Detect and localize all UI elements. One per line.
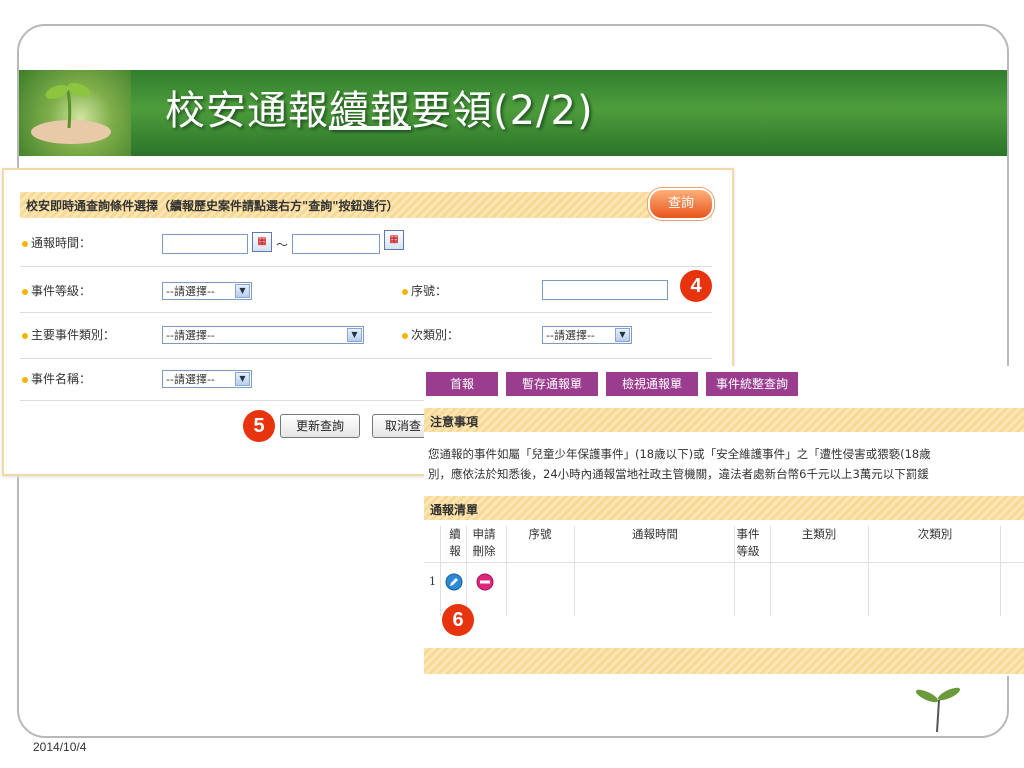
bullet-icon: [22, 376, 28, 383]
sub-category-select[interactable]: --請選擇-- ▼: [542, 326, 632, 344]
notice-line-1: 您通報的事件如屬「兒童少年保護事件」(18歲以下)或「安全維護事件」之「遭性侵害…: [428, 447, 931, 461]
notice-line-2: 別，應依法於知悉後，24小時內通報當地社政主管機關，違法者處新台幣6千元以上3萬…: [428, 467, 929, 481]
query-button[interactable]: 查詢: [648, 188, 714, 220]
edit-icon[interactable]: [445, 573, 463, 591]
report-time-label: 通報時間：: [22, 234, 91, 251]
column-header: 續報: [449, 527, 461, 558]
calendar-icon[interactable]: ▦: [252, 232, 272, 252]
report-list-title: 通報清單: [430, 503, 479, 517]
row-index: 1: [429, 575, 436, 588]
plant-decoration: [915, 687, 961, 732]
report-time-row: 通報時間： ▦ ～ ▦: [20, 222, 712, 267]
delete-icon[interactable]: [476, 573, 494, 591]
event-name-select[interactable]: --請選擇-- ▼: [162, 370, 252, 388]
column-header: 主類別: [801, 527, 837, 541]
calendar-icon[interactable]: ▦: [384, 230, 404, 250]
bullet-icon: [22, 240, 28, 247]
serial-input[interactable]: [542, 280, 668, 300]
table-row: 1: [424, 570, 1024, 616]
nav-first-report[interactable]: 首報: [426, 372, 498, 396]
report-table-header: 續報 申請刪除 序號 通報時間 事件等級 主類別 次類別: [424, 526, 1024, 563]
callout-badge-4: 4: [680, 270, 712, 302]
chevron-down-icon: ▼: [235, 372, 250, 386]
bullet-icon: [22, 288, 28, 295]
column-header: 申請刪除: [472, 527, 496, 558]
bullet-icon: [402, 332, 408, 339]
report-time-end-input[interactable]: [292, 234, 380, 254]
range-separator: ～: [276, 238, 289, 252]
callout-badge-6: 6: [442, 604, 474, 636]
column-header: 事件等級: [736, 527, 760, 558]
main-category-label: 主要事件類別：: [22, 326, 115, 343]
callout-badge-5: 5: [243, 410, 275, 442]
sub-category-label: 次類別：: [402, 326, 459, 343]
slide-date: 2014/10/4: [33, 740, 87, 754]
title-banner: 校安通報續報要領(2/2): [19, 70, 1007, 156]
event-name-label: 事件名稱：: [22, 370, 91, 387]
nav-draft-reports[interactable]: 暫存通報單: [506, 372, 598, 396]
main-category-row: 主要事件類別： --請選擇-- ▼ 次類別： --請選擇-- ▼: [20, 312, 712, 359]
column-header: 序號: [528, 527, 552, 541]
update-query-button[interactable]: 更新查詢: [280, 414, 360, 438]
bullet-icon: [402, 288, 408, 295]
query-panel-header-text: 校安即時通查詢條件選擇（續報歷史案件請點選右方"查詢"按鈕進行）: [26, 199, 399, 213]
results-footer-bar: [424, 648, 1024, 674]
column-header: 次類別: [917, 527, 953, 541]
bullet-icon: [22, 332, 28, 339]
chevron-down-icon: ▼: [235, 284, 250, 298]
event-level-select[interactable]: --請選擇-- ▼: [162, 282, 252, 300]
report-list-header: 通報清單: [424, 496, 1024, 520]
page-title: 校安通報續報要領(2/2): [165, 88, 594, 134]
nav-event-summary[interactable]: 事件統整查詢: [706, 372, 798, 396]
chevron-down-icon: ▼: [615, 328, 630, 342]
notice-header: 注意事項: [424, 408, 1024, 432]
main-category-select[interactable]: --請選擇-- ▼: [162, 326, 364, 344]
query-panel-header: 校安即時通查詢條件選擇（續報歷史案件請點選右方"查詢"按鈕進行） 查詢: [20, 188, 714, 220]
results-panel: 首報 暫存通報單 檢視通報單 事件統整查詢 注意事項 您通報的事件如屬「兒童少年…: [424, 366, 1024, 676]
event-level-label: 事件等級：: [22, 282, 91, 299]
notice-title: 注意事項: [430, 415, 479, 429]
report-time-start-input[interactable]: [162, 234, 248, 254]
event-level-row: 事件等級： --請選擇-- ▼ 序號：: [20, 266, 712, 313]
column-header: 通報時間: [632, 527, 678, 541]
chevron-down-icon: ▼: [347, 328, 362, 342]
seedling-image: [19, 70, 131, 156]
serial-label: 序號：: [402, 282, 447, 299]
nav-view-reports[interactable]: 檢視通報單: [606, 372, 698, 396]
